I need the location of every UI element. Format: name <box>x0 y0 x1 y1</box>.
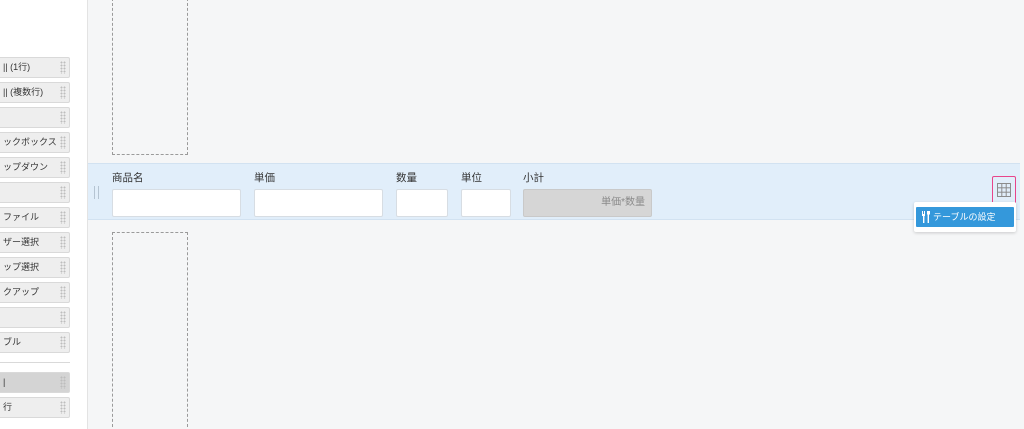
drag-grip-icon <box>60 186 66 199</box>
drag-grip-icon <box>60 261 66 274</box>
drag-grip-icon <box>60 86 66 99</box>
palette-item-selected[interactable]: | <box>0 372 70 393</box>
palette-item-dropdown[interactable]: ップダウン <box>0 157 70 178</box>
palette-item-label: ファイル <box>3 212 40 222</box>
palette-item-text-multi[interactable]: || (複数行) <box>0 82 70 103</box>
form-canvas[interactable]: 商品名 単価 数量 単位 小計 単価*数量 <box>88 0 1024 429</box>
column-label-price: 単価 <box>254 172 275 184</box>
column-label-unit: 単位 <box>461 172 482 184</box>
drag-grip-icon <box>60 336 66 349</box>
palette-divider <box>0 362 70 363</box>
drag-grip-icon <box>60 161 66 174</box>
palette-item-14[interactable]: 行 <box>0 397 70 418</box>
field-placeholder-top <box>112 0 188 155</box>
palette-item-label: || (複数行) <box>3 87 44 97</box>
column-label-product: 商品名 <box>112 172 144 184</box>
palette-item-11[interactable] <box>0 307 70 328</box>
drag-grip-icon <box>60 376 66 389</box>
drag-grip-icon <box>60 211 66 224</box>
field-placeholder-bottom <box>112 232 188 429</box>
palette-item-label: ザー選択 <box>3 237 40 247</box>
field-palette-sidebar: || (1行) || (複数行) ックボックス ップダウン ファイル ザー選択 … <box>0 0 88 429</box>
drag-grip-icon <box>60 311 66 324</box>
drag-grip-icon <box>60 401 66 414</box>
table-grid-icon <box>997 183 1011 197</box>
palette-item-checkbox[interactable]: ックボックス <box>0 132 70 153</box>
table-settings-toggle-button[interactable] <box>992 176 1016 204</box>
row-drag-handle[interactable] <box>94 186 99 199</box>
product-name-input[interactable] <box>112 189 241 217</box>
drag-grip-icon <box>60 236 66 249</box>
quantity-input[interactable] <box>396 189 448 217</box>
palette-item-table[interactable]: ブル <box>0 332 70 353</box>
palette-item-label: ブル <box>3 337 22 347</box>
palette-item-text-single[interactable]: || (1行) <box>0 57 70 78</box>
drag-grip-icon <box>60 111 66 124</box>
palette-item-label: ックボックス <box>3 137 57 147</box>
palette-item-label: 行 <box>3 402 13 412</box>
unit-input[interactable] <box>461 189 511 217</box>
table-settings-label: テーブルの設定 <box>933 212 996 222</box>
column-label-quantity: 数量 <box>396 172 417 184</box>
palette-item-file[interactable]: ファイル <box>0 207 70 228</box>
palette-item-label: ップ選択 <box>3 262 40 272</box>
column-label-subtotal: 小計 <box>523 172 544 184</box>
palette-item-group-select[interactable]: ップ選択 <box>0 257 70 278</box>
palette-item-3[interactable] <box>0 107 70 128</box>
fork-wrench-icon <box>922 211 930 223</box>
palette-item-label: || (1行) <box>3 62 31 72</box>
palette-item-label: クアップ <box>3 287 40 297</box>
unit-price-input[interactable] <box>254 189 383 217</box>
subtotal-calculated-field: 単価*数量 <box>523 189 652 217</box>
drag-grip-icon <box>60 136 66 149</box>
table-settings-menu: テーブルの設定 <box>914 202 1016 232</box>
palette-item-label: ップダウン <box>3 162 49 172</box>
drag-grip-icon <box>60 286 66 299</box>
table-settings-button[interactable]: テーブルの設定 <box>916 207 1014 227</box>
table-field-row[interactable]: 商品名 単価 数量 単位 小計 単価*数量 <box>88 163 1020 220</box>
palette-item-label: | <box>3 377 6 387</box>
drag-grip-icon <box>60 61 66 74</box>
palette-item-lookup[interactable]: クアップ <box>0 282 70 303</box>
palette-item-6[interactable] <box>0 182 70 203</box>
palette-item-user-select[interactable]: ザー選択 <box>0 232 70 253</box>
